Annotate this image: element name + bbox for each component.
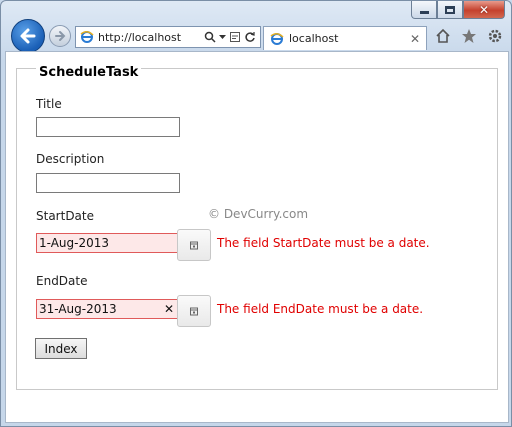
- back-arrow-icon: [20, 28, 36, 44]
- compatibility-view-icon[interactable]: [229, 31, 241, 43]
- ie-page-icon: [80, 31, 94, 43]
- description-label: Description: [36, 152, 105, 166]
- tab-title: localhost: [289, 32, 339, 45]
- search-icon[interactable]: [204, 31, 216, 43]
- watermark: © DevCurry.com: [208, 207, 309, 221]
- window-caption-buttons: ✕: [411, 1, 505, 19]
- close-tab-icon[interactable]: ✕: [410, 32, 420, 46]
- title-input[interactable]: [36, 117, 180, 137]
- close-window-button[interactable]: ✕: [463, 1, 505, 19]
- enddate-input[interactable]: [36, 299, 180, 319]
- enddate-label: EndDate: [36, 274, 88, 288]
- address-tools: [204, 31, 260, 43]
- refresh-icon[interactable]: [244, 31, 256, 43]
- settings-gear-icon[interactable]: [487, 28, 503, 44]
- maximize-button[interactable]: [437, 1, 463, 19]
- browser-toolbar-icons: [435, 28, 503, 44]
- clear-input-icon[interactable]: ✕: [164, 302, 174, 316]
- calendar-icon: [190, 241, 198, 250]
- enddate-picker-button[interactable]: [177, 295, 211, 327]
- minimize-button[interactable]: [411, 1, 437, 19]
- dropdown-icon[interactable]: [219, 34, 226, 40]
- browser-tab[interactable]: localhost ✕: [263, 26, 427, 50]
- minimize-icon: [419, 10, 429, 14]
- startdate-label: StartDate: [36, 209, 94, 223]
- favorites-star-icon[interactable]: [461, 28, 477, 44]
- home-icon[interactable]: [435, 28, 451, 44]
- ie-tab-icon: [270, 32, 284, 45]
- enddate-error: The field EndDate must be a date.: [217, 302, 424, 316]
- startdate-error: The field StartDate must be a date.: [217, 236, 430, 250]
- browser-window: ✕ http://localhost:180: [0, 0, 512, 427]
- forward-arrow-icon: [55, 31, 66, 41]
- calendar-icon: [190, 307, 198, 316]
- address-url: http://localhost:180: [98, 30, 182, 44]
- forward-button[interactable]: [49, 25, 71, 47]
- fieldset-legend: ScheduleTask: [36, 65, 142, 80]
- maximize-icon: [445, 5, 455, 14]
- startdate-input[interactable]: [36, 233, 180, 253]
- startdate-picker-button[interactable]: [177, 229, 211, 261]
- back-button[interactable]: [11, 19, 45, 53]
- title-label: Title: [36, 97, 62, 111]
- page-content: ScheduleTask Title Description © DevCurr…: [5, 51, 509, 423]
- description-input[interactable]: [36, 173, 180, 193]
- index-button[interactable]: Index: [35, 338, 87, 359]
- close-icon: ✕: [478, 2, 490, 17]
- address-bar[interactable]: http://localhost:180: [75, 26, 261, 48]
